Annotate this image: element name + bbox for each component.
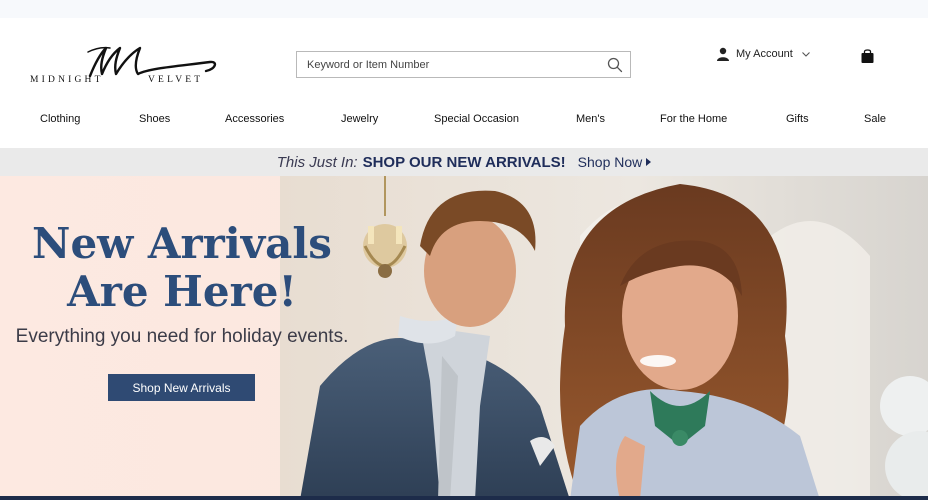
my-account-menu[interactable]: My Account	[716, 46, 811, 62]
hero-bottom-strip	[0, 496, 928, 500]
brand-logo[interactable]: MIDNIGHT VELVET	[30, 44, 220, 94]
midnight-velvet-monogram-icon	[87, 46, 217, 78]
nav-item-sale[interactable]: Sale	[864, 113, 886, 125]
hero-copy: New Arrivals Are Here! Everything you ne…	[0, 176, 370, 500]
nav-item-shoes[interactable]: Shoes	[139, 113, 170, 125]
nav-item-accessories[interactable]: Accessories	[225, 113, 284, 125]
hero-subtitle: Everything you need for holiday events.	[15, 326, 349, 347]
promo-shop-now-link[interactable]: Shop Now	[578, 154, 652, 170]
shop-new-arrivals-button[interactable]: Shop New Arrivals	[108, 374, 255, 401]
nav-item-gifts[interactable]: Gifts	[786, 113, 809, 125]
main-navigation: Clothing Shoes Accessories Jewelry Speci…	[0, 104, 928, 136]
site-header: MIDNIGHT VELVET My Account	[0, 18, 928, 104]
promo-lead-text: This Just In:	[276, 153, 358, 171]
nav-item-mens[interactable]: Men's	[576, 113, 605, 125]
promo-banner[interactable]: This Just In: SHOP OUR NEW ARRIVALS! Sho…	[0, 148, 928, 176]
nav-item-special-occasion[interactable]: Special Occasion	[434, 113, 519, 125]
hero-title-line1: New Arrivals	[32, 219, 332, 268]
brand-wordmark-left: MIDNIGHT	[30, 75, 104, 85]
promo-headline[interactable]: SHOP OUR NEW ARRIVALS!	[363, 154, 566, 171]
search-input[interactable]	[297, 52, 597, 77]
hero-banner: New Arrivals Are Here! Everything you ne…	[0, 176, 928, 500]
hero-photo	[280, 176, 928, 500]
hero-title: New Arrivals Are Here!	[0, 220, 364, 316]
nav-item-jewelry[interactable]: Jewelry	[341, 113, 378, 125]
chevron-down-icon	[801, 52, 810, 57]
my-account-label: My Account	[736, 48, 793, 60]
user-icon	[717, 47, 729, 61]
brand-wordmark: MIDNIGHT VELVET	[30, 75, 220, 85]
nav-item-clothing[interactable]: Clothing	[40, 113, 80, 125]
search-box	[296, 51, 631, 78]
brand-wordmark-right: VELVET	[148, 75, 204, 85]
shopping-bag-icon[interactable]	[860, 48, 875, 64]
top-strip	[0, 0, 928, 18]
search-icon[interactable]	[607, 57, 623, 73]
hero-title-line2: Are Here!	[67, 267, 297, 316]
nav-item-for-the-home[interactable]: For the Home	[660, 113, 727, 125]
